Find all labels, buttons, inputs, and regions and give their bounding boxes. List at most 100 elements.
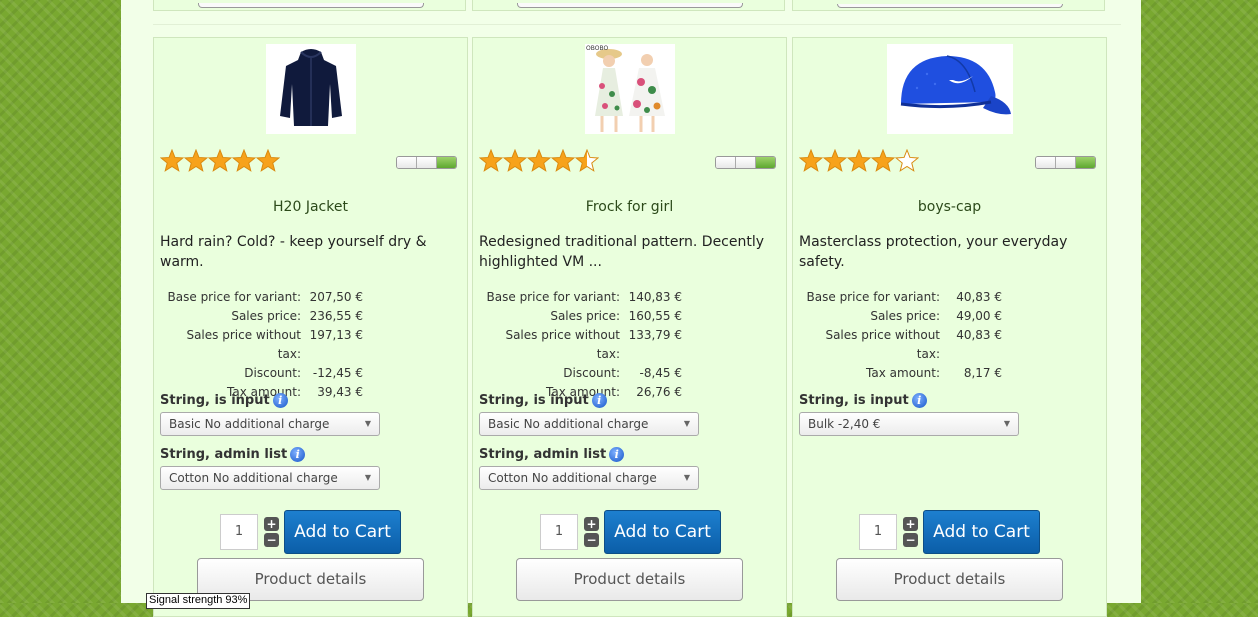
price-table: Base price for variant: 207,50 € Sales pr… (160, 288, 363, 402)
custom-field-label: String, is input i (160, 393, 288, 408)
product-name[interactable]: H20 Jacket (154, 199, 467, 215)
custom-field-select[interactable]: Basic No additional charge ▼ (160, 412, 380, 436)
quantity-input[interactable]: 1 (859, 514, 897, 550)
details-button-partial[interactable] (198, 3, 424, 8)
price-value: 39,43 € (317, 385, 363, 399)
vote-segment[interactable] (716, 157, 736, 168)
price-table: Base price for variant: 40,83 € Sales pri… (799, 288, 1002, 383)
details-button-partial[interactable] (517, 3, 743, 8)
info-icon[interactable]: i (591, 393, 607, 408)
add-to-cart-button[interactable]: Add to Cart (923, 510, 1040, 554)
chevron-down-icon: ▼ (364, 419, 371, 428)
price-label: Sales price: (231, 309, 301, 323)
product-description: Masterclass protection, your everyday sa… (799, 234, 1068, 270)
price-label: Discount: (563, 366, 620, 380)
custom-field-label: String, admin list i (479, 447, 625, 462)
vote-segment[interactable] (736, 157, 756, 168)
vote-segment[interactable] (756, 157, 775, 168)
star-icon (799, 149, 824, 172)
product-card-frock: OBOBO Frock for girl Redesigned traditio… (472, 37, 787, 617)
price-value: 197,13 € (309, 328, 363, 342)
product-image-cap[interactable] (886, 44, 1013, 134)
star-icon (231, 149, 257, 172)
quantity-plus-button[interactable]: + (584, 517, 599, 531)
custom-field-label-text: String, admin list (479, 447, 607, 462)
star-icon (574, 149, 599, 172)
custom-field-label: String, is input i (799, 393, 927, 408)
vote-segment[interactable] (1036, 157, 1056, 168)
star-icon (846, 149, 872, 172)
price-value: -8,45 € (639, 366, 683, 380)
rating-stars (799, 149, 919, 172)
quantity-input[interactable]: 1 (220, 514, 258, 550)
add-to-cart-button[interactable]: Add to Cart (604, 510, 721, 554)
signal-tooltip: Signal strength 93% (146, 593, 251, 609)
custom-field-select[interactable]: Cotton No additional charge ▼ (479, 466, 699, 490)
details-button-partial[interactable] (837, 4, 1063, 8)
vote-segment[interactable] (437, 157, 456, 168)
star-icon (526, 149, 552, 172)
custom-field-select[interactable]: Cotton No additional charge ▼ (160, 466, 380, 490)
chevron-down-icon: ▼ (683, 473, 690, 482)
price-row: Tax amount: 8,17 € (799, 364, 1002, 383)
price-label: Sales price without tax: (186, 328, 301, 361)
row-separator (153, 24, 1121, 25)
product-details-button[interactable]: Product details (516, 558, 743, 601)
quantity-input[interactable]: 1 (540, 514, 578, 550)
price-row: Sales price: 236,55 € (160, 307, 363, 326)
vote-segment[interactable] (1076, 157, 1095, 168)
info-icon[interactable]: i (290, 447, 306, 462)
star-icon (183, 149, 209, 172)
price-row: Discount: -12,45 € (160, 364, 363, 383)
custom-field-select[interactable]: Bulk -2,40 € ▼ (799, 412, 1019, 436)
product-description: Hard rain? Cold? - keep yourself dry & w… (160, 234, 427, 270)
quantity-plus-button[interactable]: + (264, 517, 279, 531)
custom-field-label-text: String, is input (160, 393, 270, 408)
custom-field-label-text: String, admin list (160, 447, 288, 462)
quantity-minus-button[interactable]: − (264, 533, 279, 547)
price-value: -12,45 € (312, 366, 363, 380)
custom-field-label: String, is input i (479, 393, 607, 408)
info-icon[interactable]: i (609, 447, 625, 462)
star-icon (502, 149, 528, 172)
custom-field-select[interactable]: Basic No additional charge ▼ (479, 412, 699, 436)
price-value: 207,50 € (309, 290, 363, 304)
price-row: Base price for variant: 140,83 € (479, 288, 682, 307)
price-value: 160,55 € (628, 309, 682, 323)
rating-stars (160, 149, 280, 172)
info-icon[interactable]: i (272, 393, 288, 408)
star-icon (255, 149, 280, 172)
quantity-minus-button[interactable]: − (584, 533, 599, 547)
rating-vote-bar[interactable] (1035, 156, 1096, 169)
quantity-minus-button[interactable]: − (903, 533, 918, 547)
product-details-button[interactable]: Product details (836, 558, 1063, 601)
price-value: 8,17 € (963, 366, 1002, 380)
product-image-jacket[interactable] (265, 44, 356, 134)
svg-text:OBOBO: OBOBO (586, 45, 608, 52)
chevron-down-icon: ▼ (683, 419, 690, 428)
product-name[interactable]: Frock for girl (473, 199, 786, 215)
price-row: Discount: -8,45 € (479, 364, 682, 383)
rating-vote-bar[interactable] (396, 156, 457, 169)
price-label: Base price for variant: (486, 290, 620, 304)
add-to-cart-button[interactable]: Add to Cart (284, 510, 401, 554)
custom-field-label-text: String, is input (479, 393, 589, 408)
star-icon (479, 149, 504, 172)
price-label: Discount: (244, 366, 301, 380)
product-card-jacket: H20 Jacket Hard rain? Cold? - keep yours… (153, 37, 468, 617)
star-icon (160, 149, 185, 172)
rating-vote-bar[interactable] (715, 156, 776, 169)
vote-segment[interactable] (397, 157, 417, 168)
vote-segment[interactable] (417, 157, 437, 168)
price-label: Sales price without tax: (505, 328, 620, 361)
star-icon (870, 149, 896, 172)
price-value: 133,79 € (628, 328, 682, 342)
chevron-down-icon: ▼ (1003, 419, 1010, 428)
product-image-frock[interactable]: OBOBO (584, 44, 675, 134)
price-label: Sales price: (550, 309, 620, 323)
vote-segment[interactable] (1056, 157, 1076, 168)
select-value: Bulk -2,40 € (808, 417, 881, 431)
info-icon[interactable]: i (911, 393, 927, 408)
quantity-plus-button[interactable]: + (903, 517, 918, 531)
product-name[interactable]: boys-cap (793, 199, 1106, 215)
